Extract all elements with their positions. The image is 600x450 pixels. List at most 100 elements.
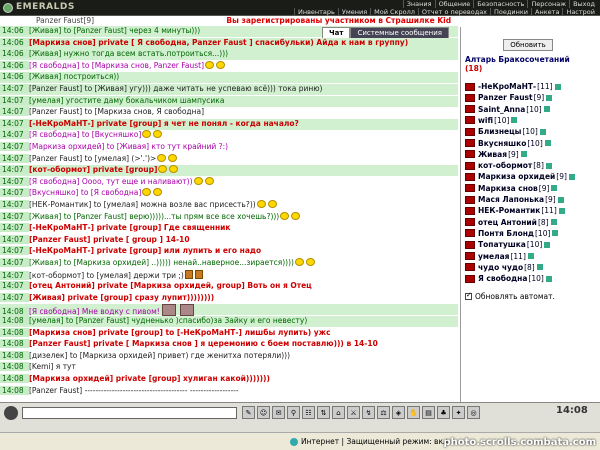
- tool-fight-icon[interactable]: ⚔: [347, 406, 360, 419]
- menu-my-scroll[interactable]: Мой Скролл: [370, 8, 418, 16]
- menu-duels[interactable]: Поединки: [490, 8, 531, 16]
- chat-author[interactable]: [Я свободна]: [29, 61, 82, 70]
- chat-target[interactable]: to [Panzer Faust]: [66, 316, 129, 325]
- user-name[interactable]: Близнецы: [478, 126, 521, 137]
- tool-filter-icon[interactable]: ⚲: [287, 406, 300, 419]
- chat-author[interactable]: [умелая]: [29, 316, 66, 325]
- chat-target[interactable]: private [group]: [97, 246, 162, 255]
- user-name[interactable]: Маркиза снов: [478, 183, 538, 194]
- chat-target[interactable]: to [Живая]: [107, 142, 152, 151]
- chat-author[interactable]: [Я свободна]: [29, 177, 82, 186]
- user-list-item[interactable]: НЕК-Романтик [11]: [465, 205, 565, 216]
- menu-transfers[interactable]: Отчет о переводах: [417, 8, 490, 16]
- info-icon[interactable]: [539, 128, 546, 135]
- chat-author[interactable]: [-НеКроМаНТ-]: [29, 246, 97, 255]
- user-list-item[interactable]: Мася Лапонька [9]: [465, 194, 564, 205]
- info-icon[interactable]: [544, 140, 551, 146]
- chat-author[interactable]: [Маркиза снов]: [29, 328, 98, 337]
- menu-social[interactable]: Общение: [434, 0, 474, 8]
- chat-author[interactable]: [Живая]: [29, 26, 64, 35]
- tool-book-icon[interactable]: ▤: [422, 406, 435, 419]
- chat-target[interactable]: to [Живая]: [85, 84, 130, 93]
- tool-smile-icon[interactable]: ☺: [257, 406, 270, 419]
- chat-author[interactable]: [НЕК-Романтик]: [29, 200, 94, 209]
- chat-author[interactable]: [Panzer Faust]: [29, 339, 93, 348]
- auto-refresh-checkbox[interactable]: [465, 291, 472, 300]
- user-list-item[interactable]: умелая [11]: [465, 251, 534, 262]
- tool-clear-icon[interactable]: ✎: [242, 406, 255, 419]
- menu-skills[interactable]: Умения: [337, 8, 370, 16]
- user-name[interactable]: Живая: [478, 149, 507, 160]
- tool-trade-icon[interactable]: ⚖: [377, 406, 390, 419]
- chat-author[interactable]: [Panzer Faust]: [29, 386, 85, 395]
- chat-target[interactable]: private [group]: [97, 223, 162, 232]
- tab-chat[interactable]: Чат: [322, 27, 351, 38]
- chat-author[interactable]: [отец Антоний]: [29, 281, 97, 290]
- chat-author[interactable]: [-НеКроМаНТ-]: [29, 223, 97, 232]
- user-list-item[interactable]: wifi [10]: [465, 115, 518, 126]
- chat-author[interactable]: [Живая]: [29, 49, 64, 58]
- menu-security[interactable]: Безопасность: [473, 0, 527, 8]
- chat-target[interactable]: to [Маркиза орхидей]: [64, 258, 152, 267]
- user-list-item[interactable]: Маркиза снов [9]: [465, 183, 558, 194]
- tool-star-icon[interactable]: ✦: [452, 406, 465, 419]
- info-icon[interactable]: [544, 241, 551, 248]
- emotion-icon[interactable]: [4, 406, 18, 420]
- chat-target[interactable]: to [Panzer Faust]: [64, 26, 127, 35]
- chat-author[interactable]: [умелая]: [29, 96, 66, 105]
- user-list-item[interactable]: чудо чудо [8]: [465, 262, 543, 273]
- chat-author[interactable]: [Маркиза орхидей]: [29, 142, 107, 151]
- info-icon[interactable]: [545, 162, 552, 169]
- chat-author[interactable]: [Panzer Faust]: [29, 154, 85, 163]
- user-list-item[interactable]: Panzer Faust [9]: [465, 92, 553, 103]
- info-icon[interactable]: [546, 94, 553, 101]
- user-name[interactable]: Понтя Блонд: [478, 228, 534, 239]
- chat-target[interactable]: to [Panzer Faust]: [64, 212, 130, 221]
- user-name[interactable]: Saint_Anna: [478, 104, 525, 115]
- tool-people-icon[interactable]: ☷: [302, 406, 315, 419]
- info-icon[interactable]: [554, 83, 561, 90]
- tool-tree-icon[interactable]: ♣: [437, 406, 450, 419]
- info-icon[interactable]: [550, 219, 557, 226]
- chat-target[interactable]: private [Маркиза орхидей, group]: [97, 281, 244, 290]
- info-icon[interactable]: [557, 196, 564, 203]
- user-name[interactable]: чудо чудо: [478, 262, 523, 273]
- chat-target[interactable]: private [ Маркиза снов ]: [93, 339, 198, 348]
- user-name[interactable]: отец Антоний: [478, 217, 537, 228]
- user-list-item[interactable]: Близнецы [10]: [465, 126, 546, 137]
- chat-author[interactable]: [Я свободна]: [29, 130, 82, 139]
- user-list-item[interactable]: Живая [9]: [465, 149, 527, 160]
- chat-log[interactable]: Panzer Faust[9] Вы зарегистрированы учас…: [0, 16, 458, 402]
- chat-target[interactable]: to [Маркиза орхидей]: [70, 351, 158, 360]
- user-list-item[interactable]: Маркиза орхидей [9]: [465, 171, 575, 182]
- info-icon[interactable]: [511, 117, 518, 124]
- chat-target[interactable]: private [group]: [116, 374, 181, 383]
- user-name[interactable]: Я свободна: [478, 273, 527, 284]
- info-icon[interactable]: [551, 185, 558, 192]
- tab-system-messages[interactable]: Системные сообщения: [350, 27, 449, 38]
- user-name[interactable]: Мася Лапонька: [478, 194, 544, 205]
- chat-author[interactable]: [кот-обормот]: [29, 165, 93, 174]
- chat-author[interactable]: [Живая]: [29, 212, 64, 221]
- menu-settings[interactable]: Настрой: [562, 8, 598, 16]
- info-icon[interactable]: [536, 264, 543, 271]
- info-icon[interactable]: [543, 106, 550, 113]
- chat-target[interactable]: to [умелая]: [87, 271, 134, 280]
- chat-author[interactable]: [Вкусняшко]: [29, 188, 81, 197]
- user-name[interactable]: кот-обормот: [478, 160, 532, 171]
- user-name[interactable]: wifi: [478, 115, 493, 126]
- chat-author[interactable]: [Маркиза снов]: [29, 38, 98, 47]
- tool-scroll-icon[interactable]: ⇅: [317, 406, 330, 419]
- info-icon[interactable]: [552, 230, 559, 237]
- user-name[interactable]: Маркиза орхидей: [478, 171, 555, 182]
- info-icon[interactable]: [568, 173, 575, 180]
- user-name[interactable]: Вкусняшко: [478, 138, 526, 149]
- user-list-item[interactable]: Понтя Блонд [10]: [465, 228, 559, 239]
- chat-author[interactable]: [Живая]: [29, 258, 64, 267]
- chat-target[interactable]: private [group]: [93, 165, 158, 174]
- tool-hand-icon[interactable]: ✋: [407, 406, 420, 419]
- info-icon[interactable]: [527, 253, 534, 259]
- user-list-item[interactable]: Вкусняшко [10]: [465, 138, 551, 149]
- menu-profile[interactable]: Анкета: [531, 8, 562, 16]
- info-icon[interactable]: [545, 275, 552, 282]
